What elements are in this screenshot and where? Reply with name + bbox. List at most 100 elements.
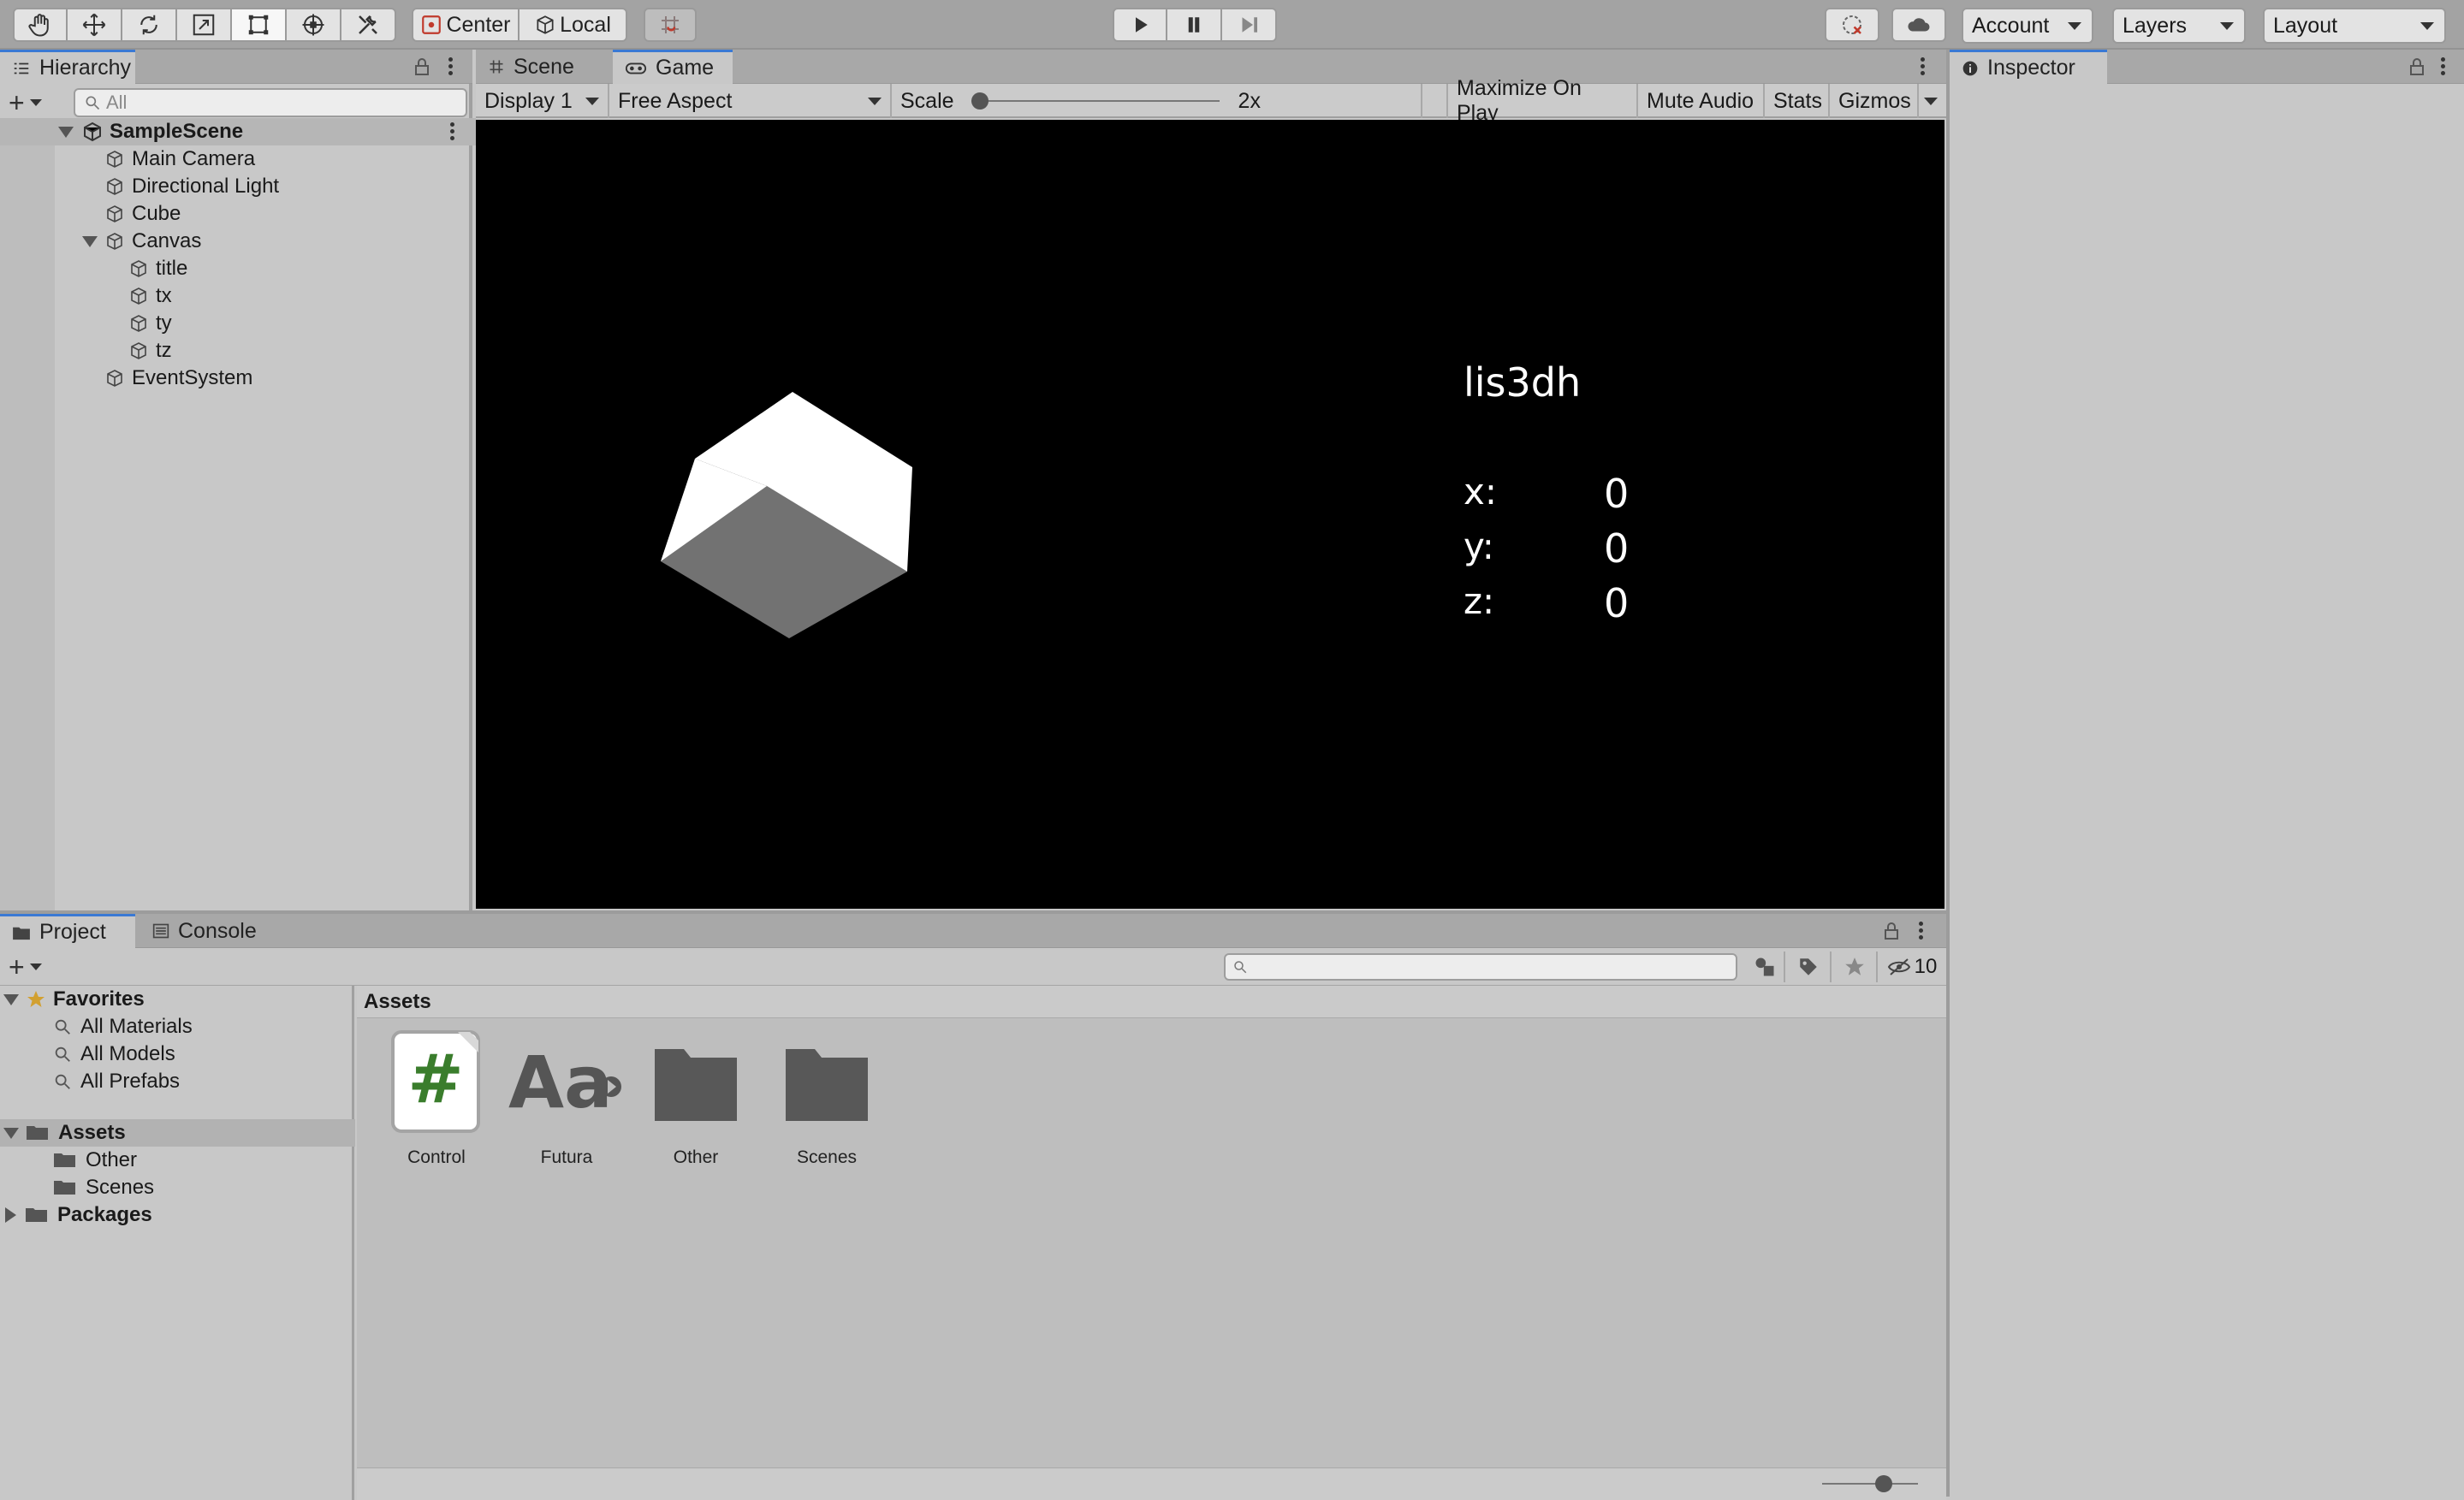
hud-z-label: z: (1464, 580, 1495, 622)
project-panel: Project Console + 10 Favorites All Mater… (0, 910, 1946, 1500)
folder-scenes[interactable]: Scenes (53, 1174, 154, 1201)
asset-control[interactable]: # Control (385, 1029, 488, 1168)
tools-icon (359, 15, 377, 34)
rotate-tool-button[interactable] (122, 8, 177, 42)
layers-dropdown[interactable]: Layers (2112, 8, 2246, 44)
transform-tool-button[interactable] (287, 8, 341, 42)
folder-label: Other (86, 1148, 138, 1171)
hud-y-label: y: (1464, 525, 1494, 567)
hierarchy-menu-icon[interactable] (448, 55, 454, 78)
layout-dropdown[interactable]: Layout (2263, 8, 2446, 44)
pivot-center-toggle[interactable]: Center (412, 8, 520, 42)
expand-arrow-icon[interactable] (58, 126, 74, 138)
expand-arrow-icon[interactable] (3, 1127, 19, 1139)
mute-audio-toggle[interactable]: Mute Audio (1638, 84, 1765, 118)
collapse-arrow-icon[interactable] (5, 1207, 16, 1223)
hidden-packages-toggle[interactable]: 10 (1879, 952, 1944, 982)
hierarchy-search-input[interactable]: All (74, 88, 467, 117)
favorite-all-models[interactable]: All Models (53, 1041, 175, 1068)
project-create-dropdown[interactable]: + (9, 953, 60, 981)
folder-other[interactable]: Other (53, 1147, 137, 1174)
hierarchy-panel: Hierarchy + All SampleScene Main Camera … (0, 50, 531, 910)
hierarchy-item-cube[interactable]: Cube (0, 200, 181, 228)
lock-icon[interactable] (1883, 922, 1900, 940)
lock-icon[interactable] (2408, 57, 2425, 76)
game-panel-menu-icon[interactable] (1921, 55, 1926, 78)
project-tabbar: Project Console (0, 914, 1946, 948)
pause-button[interactable] (1167, 8, 1222, 42)
tab-inspector[interactable]: Inspector (1950, 50, 2107, 84)
packages-row[interactable]: Packages (5, 1201, 152, 1229)
collab-button[interactable] (1825, 8, 1879, 42)
hierarchy-item-tx[interactable]: tx (0, 282, 172, 310)
hud-y-value: 0 (1604, 525, 1630, 572)
pivot-local-toggle[interactable]: Local (520, 8, 627, 42)
tab-scene[interactable]: Scene (476, 50, 611, 84)
folder-icon (12, 925, 31, 940)
maximize-on-play-toggle[interactable]: Maximize On Play (1446, 76, 1638, 125)
tab-project[interactable]: Project (0, 914, 135, 948)
hierarchy-item-main-camera[interactable]: Main Camera (0, 145, 255, 173)
project-search-input[interactable] (1224, 953, 1737, 981)
asset-futura[interactable]: Aa Futura (508, 1029, 621, 1168)
icon-size-slider[interactable] (1822, 1475, 1918, 1492)
tab-scene-label: Scene (514, 54, 574, 79)
hierarchy-item-eventsystem[interactable]: EventSystem (0, 365, 252, 392)
create-dropdown[interactable]: + (9, 89, 60, 116)
transform-tools (13, 8, 396, 42)
hand-tool-button[interactable] (13, 8, 68, 42)
lock-icon[interactable] (413, 57, 430, 76)
breadcrumb-assets[interactable]: Assets (364, 990, 431, 1014)
hierarchy-item-tz[interactable]: tz (0, 337, 172, 365)
step-button[interactable] (1222, 8, 1277, 42)
icon-size-thumb[interactable] (1875, 1475, 1892, 1492)
scale-slider-thumb[interactable] (971, 92, 989, 110)
hierarchy-item-label: Main Camera (132, 147, 256, 170)
move-tool-button[interactable] (68, 8, 122, 42)
scale-icon (193, 14, 215, 36)
game-view[interactable]: lis3dh x: 0 y: 0 z: 0 (476, 120, 1944, 909)
hierarchy-item-ty[interactable]: ty (0, 310, 172, 337)
hand-icon (28, 14, 49, 37)
hierarchy-item-canvas[interactable]: Canvas (0, 228, 201, 255)
search-by-type-button[interactable] (1746, 952, 1785, 982)
scale-slider[interactable] (971, 92, 1220, 110)
scene-menu-icon[interactable] (450, 120, 455, 143)
asset-folder-scenes[interactable]: Scenes (775, 1029, 878, 1168)
gizmos-toggle[interactable]: Gizmos (1830, 84, 1919, 118)
scale-slider-track (971, 100, 1220, 102)
tab-hierarchy-label: Hierarchy (39, 56, 131, 80)
scale-tool-button[interactable] (177, 8, 232, 42)
project-menu-icon[interactable] (1919, 919, 1924, 942)
hierarchy-item-title[interactable]: title (0, 255, 187, 282)
search-by-label-button[interactable] (1787, 952, 1832, 982)
custom-tool-button[interactable] (341, 8, 396, 42)
cloud-button[interactable] (1891, 8, 1946, 42)
grid-snap-button[interactable] (644, 8, 697, 42)
stats-toggle[interactable]: Stats (1765, 84, 1830, 118)
assets-root-row[interactable]: Assets (0, 1119, 355, 1147)
scene-row[interactable]: SampleScene (0, 118, 531, 145)
favorites-filter-button[interactable] (1833, 952, 1878, 982)
chevron-down-icon (868, 97, 882, 105)
display-dropdown[interactable]: Display 1 (476, 84, 609, 118)
favorite-all-materials[interactable]: All Materials (53, 1013, 193, 1041)
account-dropdown[interactable]: Account (1962, 8, 2093, 44)
inspector-menu-icon[interactable] (2441, 55, 2446, 78)
aspect-dropdown[interactable]: Free Aspect (609, 84, 892, 118)
favorites-row[interactable]: Favorites (3, 986, 145, 1013)
expand-arrow-icon[interactable] (3, 993, 19, 1005)
tab-game[interactable]: Game (613, 50, 733, 84)
hierarchy-item-directional-light[interactable]: Directional Light (0, 173, 279, 200)
asset-folder-other[interactable]: Other (644, 1029, 747, 1168)
tab-console[interactable]: Console (140, 914, 277, 948)
play-button[interactable] (1113, 8, 1167, 42)
tab-hierarchy[interactable]: Hierarchy (0, 50, 135, 84)
inspector-tabbar: Inspector (1950, 50, 2464, 84)
hierarchy-item-label: Cube (132, 202, 181, 225)
favorite-all-prefabs[interactable]: All Prefabs (53, 1068, 180, 1095)
rect-tool-button[interactable] (232, 8, 287, 42)
play-icon (1136, 17, 1148, 33)
expand-arrow-icon[interactable] (82, 235, 98, 247)
gizmos-dropdown[interactable] (1919, 84, 1946, 118)
